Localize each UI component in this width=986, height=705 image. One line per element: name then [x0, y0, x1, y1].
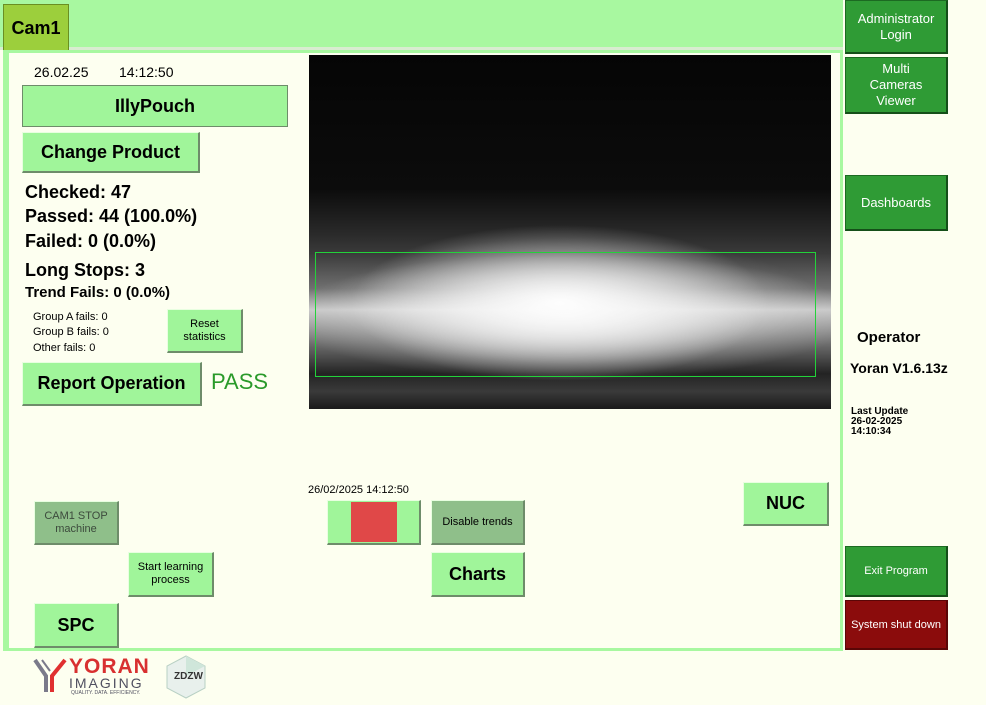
- system-shutdown-label: System shut down: [851, 618, 941, 631]
- product-name-field: IllyPouch: [22, 85, 288, 127]
- system-shutdown-button[interactable]: System shut down: [845, 600, 948, 650]
- charts-button[interactable]: Charts: [431, 552, 525, 597]
- exit-program-button[interactable]: Exit Program: [845, 546, 948, 597]
- reset-statistics-label: Reset statistics: [183, 317, 226, 343]
- nuc-button[interactable]: NUC: [743, 482, 829, 526]
- failed-count: Failed: 0 (0.0%): [25, 231, 157, 251]
- disable-trends-button[interactable]: Disable trends: [431, 500, 525, 545]
- inspection-roi: [315, 252, 816, 377]
- yoran-logo-tagline: QUALITY. DATA. EFFICIENCY.: [71, 690, 141, 696]
- yoran-logo-line2: IMAGING: [69, 675, 144, 691]
- reset-statistics-button[interactable]: Reset statistics: [167, 309, 243, 353]
- last-update-info: Last Update 26-02-2025 14:10:34: [851, 407, 908, 437]
- user-role: Operator: [857, 329, 921, 346]
- spc-label: SPC: [57, 614, 95, 635]
- dashboards-button[interactable]: Dashboards: [845, 175, 948, 231]
- change-product-label: Change Product: [40, 141, 180, 162]
- nuc-label: NUC: [766, 493, 805, 513]
- trend-fails-count: Trend Fails: 0 (0.0%): [25, 284, 171, 301]
- spc-button[interactable]: SPC: [34, 603, 119, 648]
- report-operation-button[interactable]: Report Operation: [22, 362, 202, 406]
- cam1-stop-machine-button[interactable]: CAM1 STOP machine: [34, 501, 119, 545]
- start-learning-label: Start learning process: [137, 561, 204, 586]
- multi-cameras-viewer-label: Multi Cameras Viewer: [869, 61, 923, 108]
- report-operation-label: Report Operation: [37, 373, 186, 393]
- yoran-imaging-logo: YORAN IMAGING QUALITY. DATA. EFFICIENCY.: [33, 655, 158, 699]
- change-product-button[interactable]: Change Product: [22, 132, 200, 173]
- checked-count: Checked: 47: [25, 182, 132, 202]
- result-status: PASS: [211, 369, 269, 394]
- product-name: IllyPouch: [114, 95, 195, 116]
- cam1-stop-machine-label: CAM1 STOP machine: [44, 509, 108, 535]
- exit-program-label: Exit Program: [864, 565, 928, 577]
- camera-image: [309, 55, 831, 409]
- trend-indicator-button[interactable]: [327, 500, 421, 545]
- date-label: 26.02.25: [34, 64, 89, 80]
- group-a-fails: Group A fails: 0: [33, 311, 108, 323]
- tab-cam1[interactable]: Cam1: [3, 4, 69, 51]
- yoran-y-icon: [33, 658, 67, 692]
- dashboards-label: Dashboards: [860, 195, 932, 210]
- trend-status-indicator: [350, 502, 397, 542]
- charts-label: Charts: [448, 563, 506, 584]
- long-stops-count: Long Stops: 3: [25, 260, 145, 280]
- passed-count: Passed: 44 (100.0%): [25, 206, 198, 226]
- software-version: Yoran V1.6.13z: [850, 360, 948, 376]
- time-label: 14:12:50: [119, 64, 174, 80]
- zdzw-label: ZDZW: [174, 671, 203, 682]
- trend-timestamp: 26/02/2025 14:12:50: [308, 484, 409, 496]
- disable-trends-label: Disable trends: [442, 515, 513, 528]
- group-b-fails: Group B fails: 0: [33, 326, 109, 338]
- administrator-login-label: Administrator Login: [857, 10, 935, 42]
- administrator-login-button[interactable]: Administrator Login: [845, 0, 948, 54]
- tab-cam1-label: Cam1: [11, 17, 61, 38]
- other-fails: Other fails: 0: [33, 342, 96, 354]
- multi-cameras-viewer-button[interactable]: Multi Cameras Viewer: [845, 57, 948, 114]
- zdzw-logo: ZDZW: [163, 654, 209, 700]
- top-bar: [0, 0, 843, 50]
- start-learning-button[interactable]: Start learning process: [128, 552, 214, 597]
- last-update-time: 14:10:34: [851, 426, 892, 437]
